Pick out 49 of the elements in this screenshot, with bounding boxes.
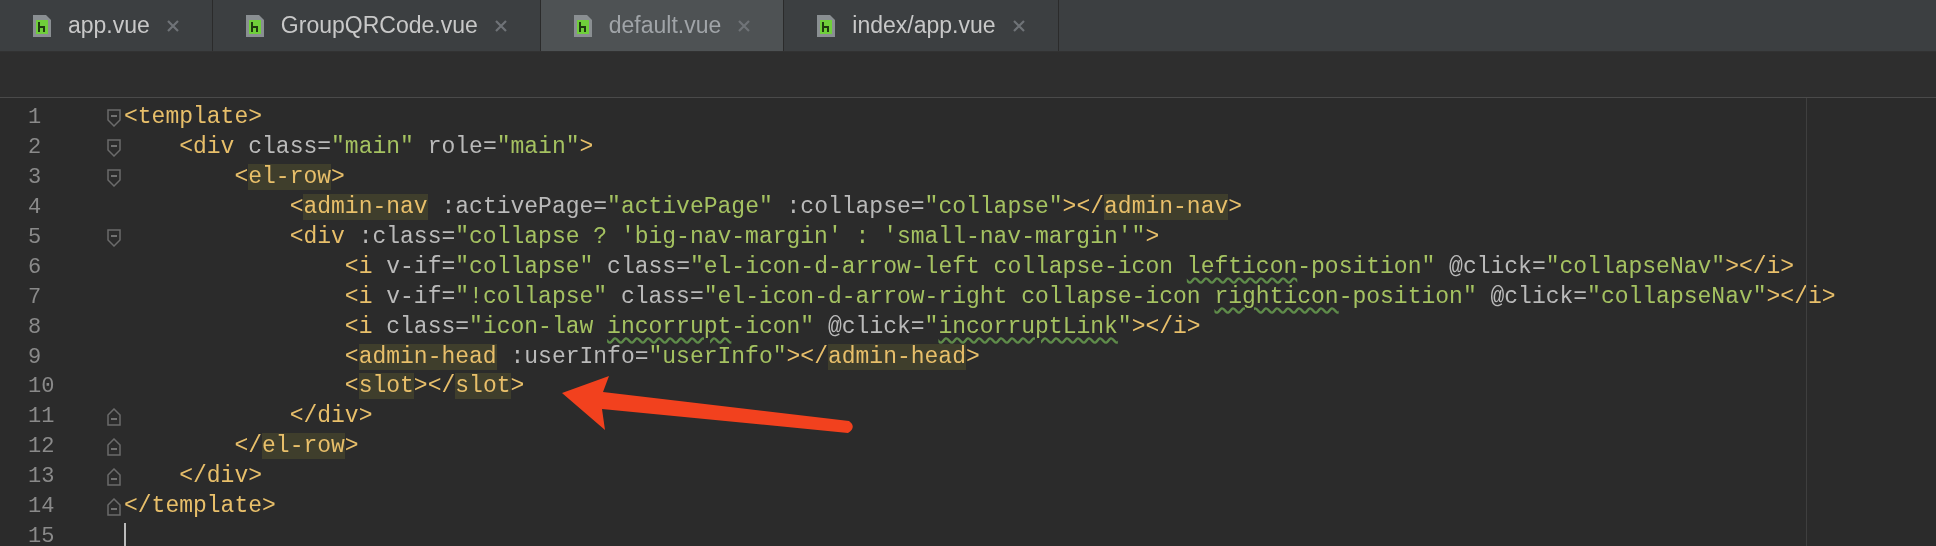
line-number: 1 <box>27 104 43 133</box>
code-line: </div> <box>288 402 373 432</box>
vue-file-icon <box>572 13 593 38</box>
code-line: <admin-nav :activePage="activePage" :collapse="collapse"></admin-nav> <box>288 193 1243 223</box>
vue-file-icon <box>32 13 52 38</box>
tab-label: index/app.vue <box>852 11 996 41</box>
line-number: 15 <box>27 522 56 546</box>
code-line: <i class="icon-law incorrupt-icon" @click="incorruptLink"></i> <box>343 312 1201 342</box>
tab-label: GroupQRCode.vue <box>280 11 478 41</box>
fold-marker-icon[interactable] <box>107 108 121 127</box>
code-line: <div :class="collapse ? 'big-nav-margin' : 'small-nav-margin'"> <box>288 223 1160 252</box>
code-line: <i v-if="!collapse" class="el-icon-d-arrow-right collapse-icon righticon-position" @click="collapseNav"></i> <box>343 282 1836 312</box>
fold-marker-icon[interactable] <box>107 407 121 426</box>
code-line: <slot></slot> <box>343 372 525 402</box>
code-line: </div> <box>178 462 263 492</box>
code-line: </template> <box>124 492 276 521</box>
close-icon[interactable] <box>737 18 752 33</box>
code-line: <el-row> <box>233 163 345 193</box>
line-number: 11 <box>27 403 56 432</box>
fold-marker-icon[interactable] <box>107 168 121 187</box>
line-number: 13 <box>27 463 56 492</box>
fold-marker-icon[interactable] <box>107 138 121 157</box>
tab-label: default.vue <box>608 11 722 41</box>
line-number: 9 <box>27 343 43 372</box>
code-line: <admin-head :userInfo="userInfo"></admin-head> <box>343 342 980 372</box>
close-icon[interactable] <box>493 18 508 33</box>
fold-marker-icon[interactable] <box>107 467 121 486</box>
line-number: 4 <box>27 194 43 223</box>
close-icon[interactable] <box>1011 18 1026 33</box>
tab-label: app.vue <box>68 11 150 41</box>
line-number: 3 <box>27 164 43 193</box>
line-number: 12 <box>27 433 56 462</box>
line-number: 10 <box>27 373 56 402</box>
line-number: 14 <box>27 493 56 522</box>
code-line: <i v-if="collapse" class="el-icon-d-arrow-left collapse-icon lefticon-position" @click="collapseNav"></i> <box>343 252 1795 282</box>
fold-marker-icon[interactable] <box>107 497 121 516</box>
line-number: 5 <box>27 224 43 252</box>
line-number: 7 <box>27 283 43 312</box>
close-icon[interactable] <box>165 18 180 33</box>
line-number: 2 <box>27 134 43 163</box>
line-number: 6 <box>27 253 43 282</box>
line-number: 8 <box>27 313 43 342</box>
code-line: <template> <box>124 103 263 133</box>
fold-marker-icon[interactable] <box>107 437 121 456</box>
vue-file-icon <box>244 13 265 38</box>
code-line: </el-row> <box>233 432 359 462</box>
vue-file-icon <box>816 13 837 38</box>
fold-marker-icon[interactable] <box>107 228 121 247</box>
code-line: <div class="main" role="main"> <box>178 133 594 163</box>
